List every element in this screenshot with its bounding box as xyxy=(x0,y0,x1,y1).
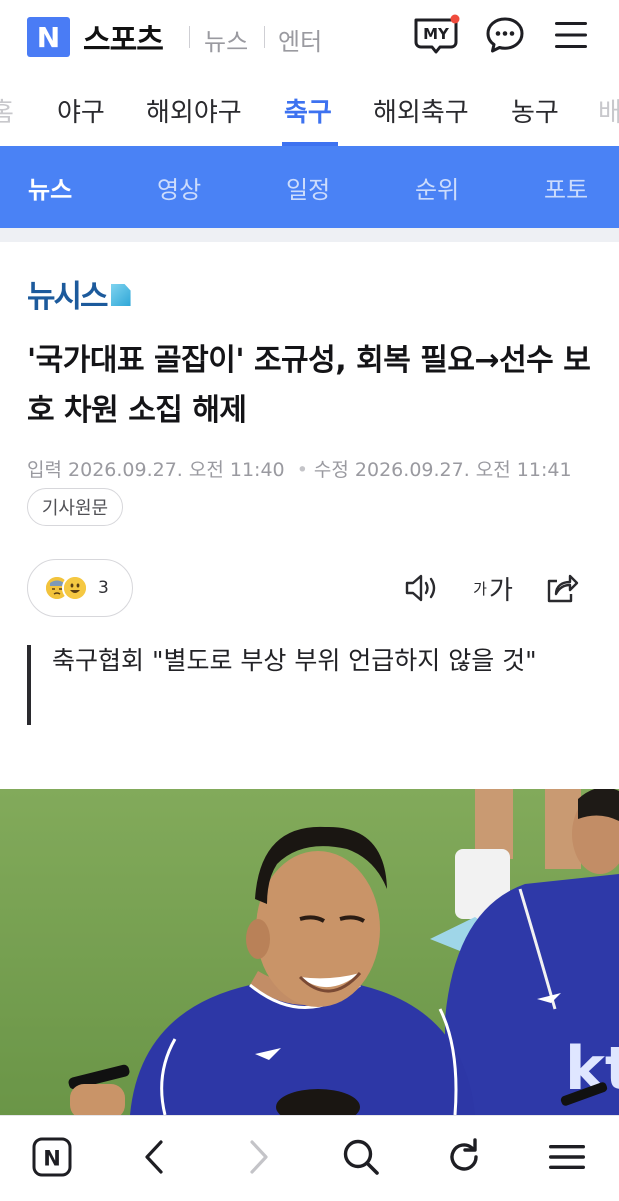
font-size-button[interactable]: 가가 xyxy=(470,568,516,608)
article-timestamps: 입력 2026.09.27. 오전 11:40 • 수정 2026.09.27. … xyxy=(27,455,572,482)
category-basketball[interactable]: 농구 xyxy=(511,92,559,129)
header-link-enter[interactable]: 엔터 xyxy=(278,22,322,57)
share-icon xyxy=(547,574,579,603)
read-aloud-button[interactable] xyxy=(403,568,441,608)
header-divider xyxy=(264,26,265,48)
input-label: 입력 xyxy=(27,459,62,481)
home-letter: N xyxy=(43,1147,61,1171)
reaction-button[interactable]: 3 xyxy=(27,559,133,617)
tab-news[interactable]: 뉴스 xyxy=(28,170,72,205)
article-photo[interactable]: kt xyxy=(0,789,619,1115)
category-world-soccer[interactable]: 해외축구 xyxy=(373,92,469,129)
menu-icon xyxy=(555,22,587,48)
tab-photo[interactable]: 포토 xyxy=(544,170,588,205)
search-icon xyxy=(343,1139,379,1175)
back-button[interactable] xyxy=(129,1134,179,1180)
original-article-button[interactable]: 기사원문 xyxy=(27,488,123,526)
speaker-icon xyxy=(405,574,436,602)
chat-button[interactable] xyxy=(481,14,529,56)
meta-separator: • xyxy=(296,459,308,481)
modified-time: 2026.09.27. 오전 11:41 xyxy=(354,459,572,481)
search-button[interactable] xyxy=(336,1134,386,1180)
font-size-small-label: 가 xyxy=(473,579,487,598)
category-volleyball[interactable]: 배 xyxy=(598,92,619,129)
category-baseball[interactable]: 야구 xyxy=(57,92,105,129)
menu-button[interactable] xyxy=(547,14,595,56)
input-time: 2026.09.27. 오전 11:40 xyxy=(68,459,285,481)
category-soccer[interactable]: 축구 xyxy=(284,92,332,129)
photo-illustration: kt xyxy=(0,789,619,1115)
category-world-baseball[interactable]: 해외야구 xyxy=(146,92,242,129)
section-separator xyxy=(0,228,619,242)
font-size-large-label: 가 xyxy=(488,575,513,606)
browser-menu-button[interactable] xyxy=(542,1134,592,1180)
tab-ranking[interactable]: 순위 xyxy=(415,170,459,205)
happy-emoji-icon xyxy=(62,575,88,601)
tab-video[interactable]: 영상 xyxy=(157,170,201,205)
my-label: MY xyxy=(423,25,450,43)
forward-button[interactable] xyxy=(234,1134,284,1180)
share-button[interactable] xyxy=(543,568,581,608)
back-icon xyxy=(145,1140,163,1174)
naver-home-button[interactable]: N xyxy=(27,1134,77,1180)
sports-brand-title[interactable]: 스포츠 xyxy=(83,15,164,59)
refresh-button[interactable] xyxy=(439,1134,489,1180)
sports-category-nav: 홈 야구 해외야구 축구 해외축구 농구 배 xyxy=(0,76,619,146)
press-name: 뉴시스 xyxy=(27,278,109,315)
press-mark-icon xyxy=(110,284,131,306)
menu-icon xyxy=(549,1145,585,1169)
article-subtitle: 축구협회 "별도로 부상 부위 언급하지 않을 것" xyxy=(52,646,537,675)
my-icon: MY xyxy=(414,14,460,54)
chat-icon xyxy=(486,17,524,53)
modified-label: 수정 xyxy=(313,459,349,481)
tab-schedule[interactable]: 일정 xyxy=(286,170,330,205)
sub-tab-bar: 뉴스 영상 일정 순위 포토 xyxy=(0,146,619,228)
my-button[interactable]: MY xyxy=(412,14,460,56)
naver-home-icon: N xyxy=(32,1137,72,1177)
browser-bottom-toolbar: N xyxy=(0,1115,619,1201)
article-headline: '국가대표 골잡이' 조규성, 회복 필요→선수 보호 차원 소집 해제 xyxy=(27,343,591,428)
naver-logo[interactable]: N xyxy=(27,17,70,57)
header-divider xyxy=(189,26,190,48)
notification-dot xyxy=(450,14,460,24)
reaction-count: 3 xyxy=(98,578,109,598)
forward-icon xyxy=(250,1140,268,1174)
press-logo[interactable]: 뉴시스 xyxy=(27,276,131,315)
quote-bar xyxy=(27,645,31,725)
refresh-icon xyxy=(450,1138,478,1171)
header-link-news[interactable]: 뉴스 xyxy=(204,22,248,57)
category-home[interactable]: 홈 xyxy=(0,92,14,129)
top-header: N 스포츠 뉴스 엔터 MY xyxy=(0,0,619,76)
